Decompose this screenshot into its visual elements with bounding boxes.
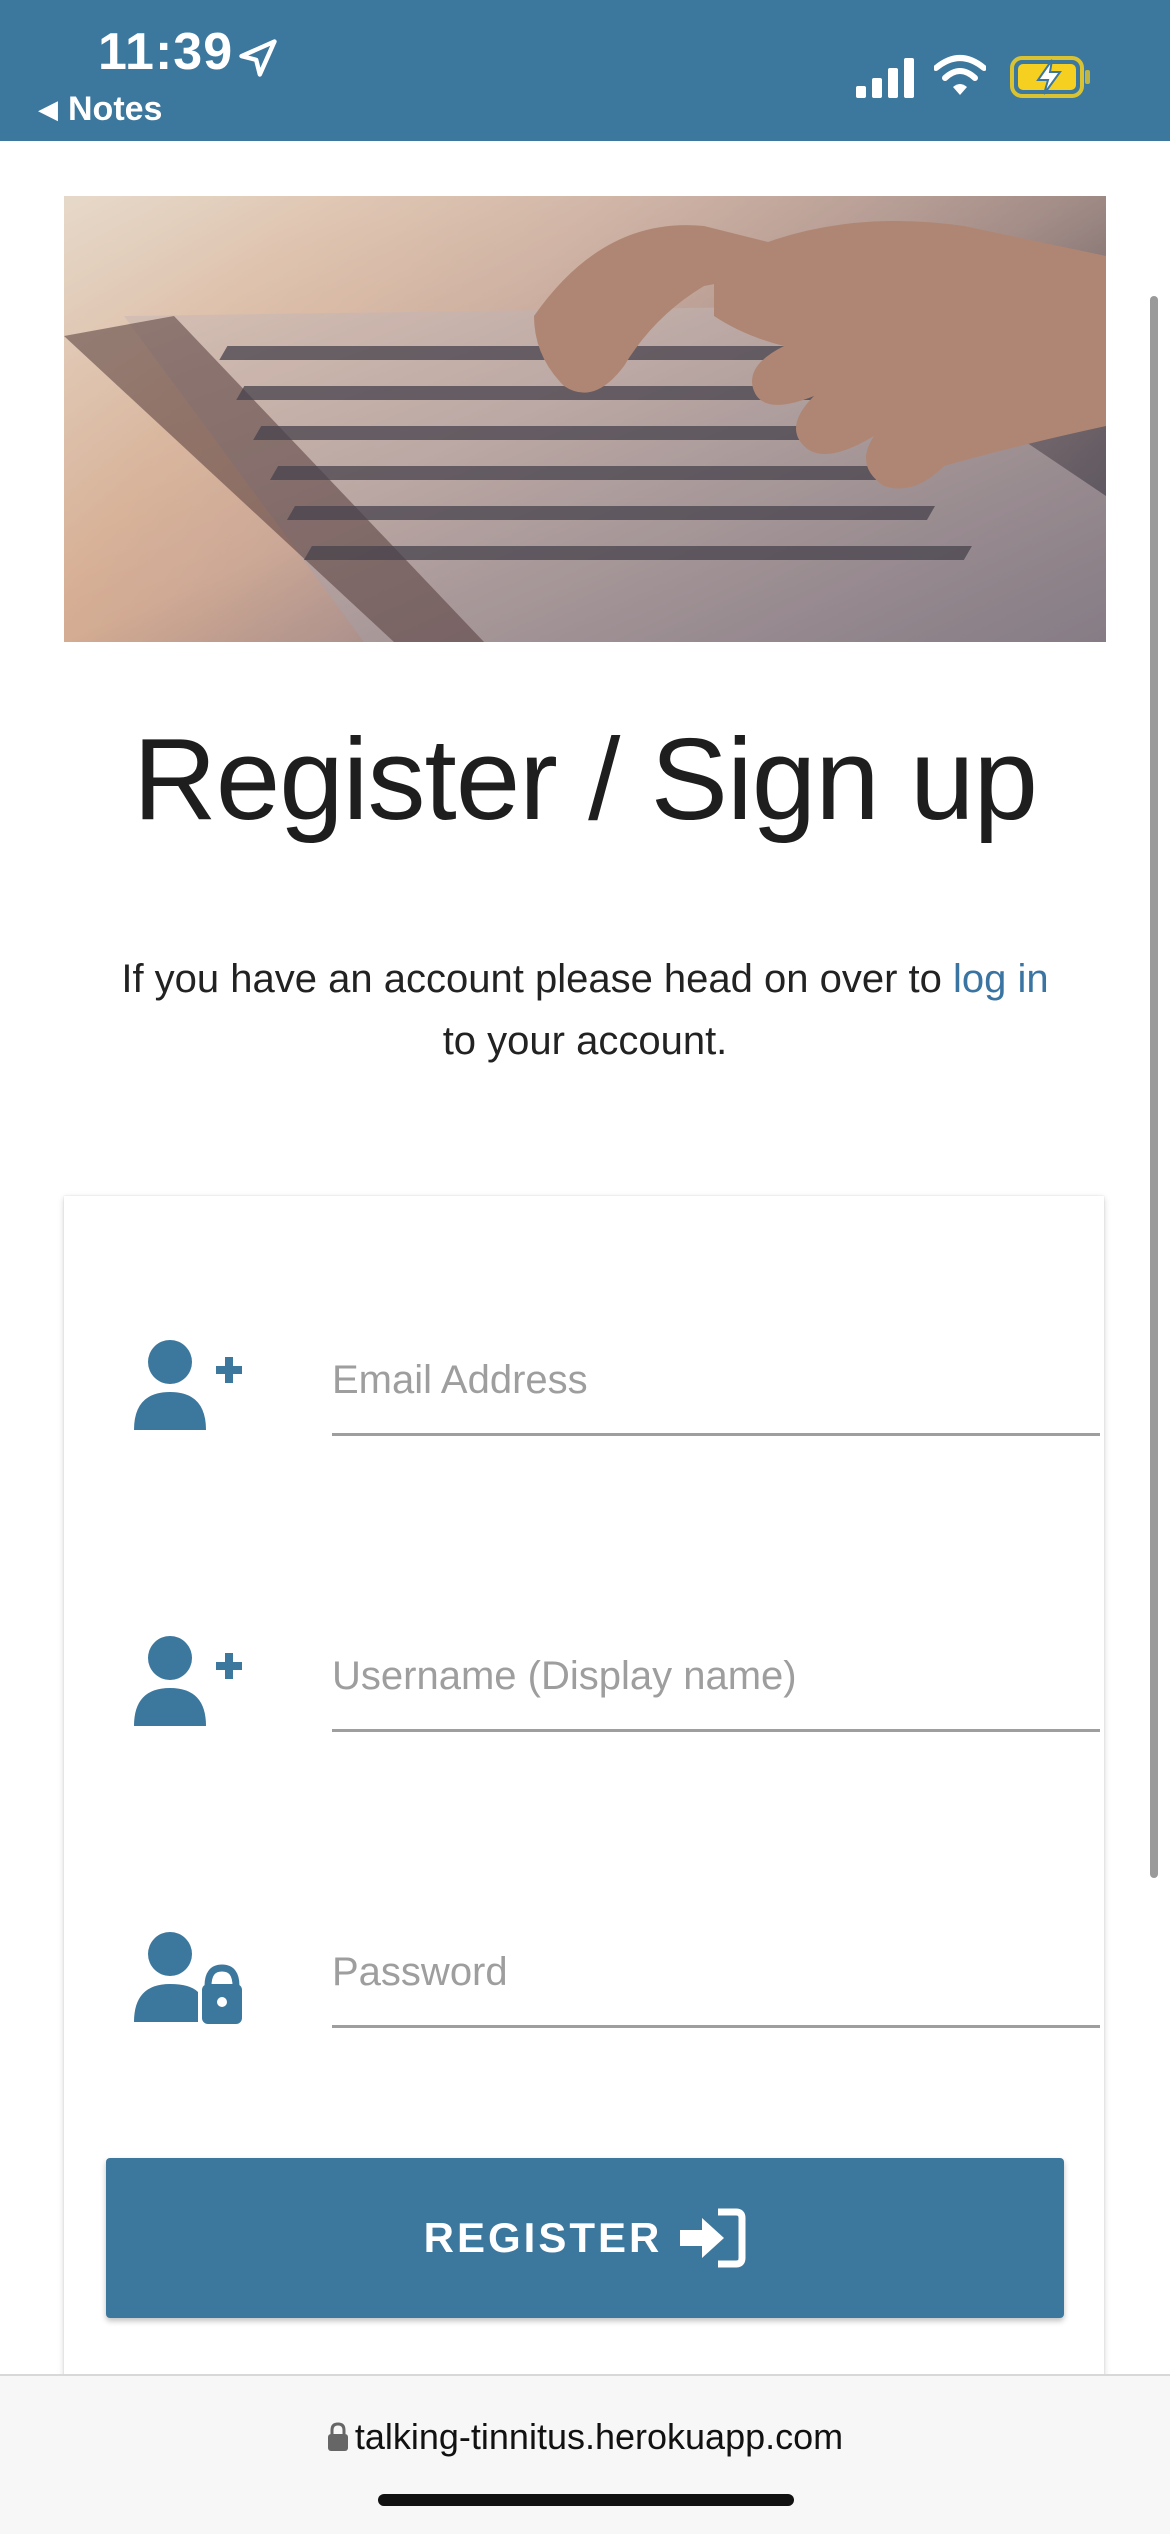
email-input[interactable] xyxy=(332,1328,1100,1436)
sign-in-icon xyxy=(680,2208,746,2268)
page-title: Register / Sign up xyxy=(132,714,1038,844)
back-to-app-button[interactable]: ◀ Notes xyxy=(38,90,162,129)
register-button-label: REGISTER xyxy=(423,2214,663,2261)
back-caret-icon: ◀ xyxy=(38,94,58,124)
intro-text-after: to your account. xyxy=(442,1019,728,1063)
login-link[interactable]: log in xyxy=(953,957,1049,1001)
intro-text-before: If you have an account please head on ov… xyxy=(121,957,954,1001)
status-time: 11:39 xyxy=(98,23,234,81)
laptop-keyboard-illustration xyxy=(64,196,1106,642)
user-lock-icon xyxy=(134,1932,242,2024)
password-input[interactable] xyxy=(332,1920,1100,2028)
battery-charging-icon xyxy=(1010,56,1090,98)
hero-image-laptop-typing xyxy=(64,196,1106,642)
url-display[interactable]: talking-tinnitus.herokuapp.com xyxy=(0,2416,1170,2458)
intro-text: If you have an account please head on ov… xyxy=(100,948,1070,1072)
email-field-row xyxy=(134,1328,1100,1448)
status-bar: 11:39 ◀ Notes xyxy=(0,0,1170,141)
back-app-label: Notes xyxy=(68,90,163,128)
user-plus-icon xyxy=(134,1636,242,1726)
browser-url-bar[interactable]: talking-tinnitus.herokuapp.com xyxy=(0,2374,1170,2534)
user-plus-icon xyxy=(134,1340,242,1430)
page-scrollbar[interactable] xyxy=(1150,296,1158,1878)
wifi-icon xyxy=(934,55,986,95)
register-button[interactable]: REGISTER xyxy=(106,2158,1064,2318)
username-input[interactable] xyxy=(332,1624,1100,1732)
signal-icon xyxy=(856,58,914,98)
register-form-card: REGISTER xyxy=(64,1196,1104,2396)
url-text: talking-tinnitus.herokuapp.com xyxy=(354,2416,844,2457)
password-field-row xyxy=(134,1920,1100,2040)
username-field-row xyxy=(134,1624,1100,1744)
location-arrow-icon xyxy=(239,39,277,77)
home-indicator[interactable] xyxy=(378,2494,794,2506)
lock-icon xyxy=(327,2422,348,2451)
